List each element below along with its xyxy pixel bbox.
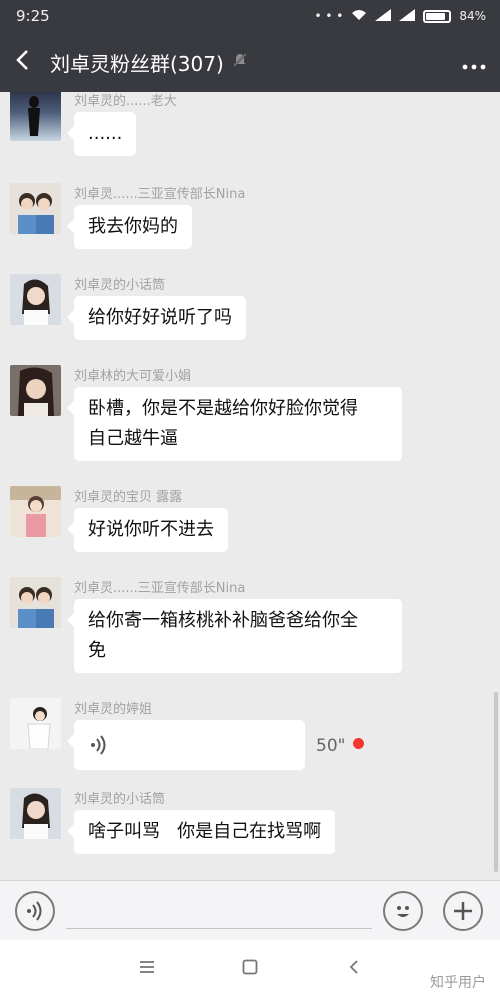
sender-name: 刘卓灵......三亚宣传部长Nina — [74, 187, 246, 202]
battery-level — [426, 12, 445, 20]
message-text: 啥子叫骂 你是自己在找骂啊 — [88, 821, 322, 842]
cell-signal-2-icon — [399, 8, 416, 24]
cell-signal-icon — [375, 8, 392, 24]
voice-duration: 50" — [316, 736, 346, 756]
message-input[interactable] — [66, 889, 372, 927]
message-bubble[interactable]: ...... — [66, 112, 137, 156]
back-icon[interactable] — [348, 956, 360, 980]
status-bar: 9:25 • • • 84% — [0, 0, 500, 32]
message-text-line: 给你寄一箱核桃补补脑爸爸给你全 — [88, 610, 358, 631]
avatar[interactable] — [10, 365, 61, 416]
voice-input-icon[interactable] — [15, 891, 55, 931]
sender-name: 刘卓灵的小话筒 — [74, 278, 166, 293]
menu-icon[interactable] — [138, 956, 156, 980]
message-text-line: 卧槽，你是不是越给你好脸你觉得 — [88, 398, 358, 419]
back-arrow-icon[interactable] — [14, 49, 50, 76]
battery-icon — [423, 9, 452, 23]
message-bubble[interactable]: 好说你听不进去 — [67, 508, 228, 552]
emoji-icon[interactable] — [383, 891, 423, 931]
message-bubble[interactable]: 给你好好说听了吗 — [67, 296, 246, 340]
watermark: 知乎用户 — [430, 975, 486, 991]
chat-list[interactable]: 刘卓灵的......老大 ...... 刘卓灵......三亚宣传部长Nina … — [0, 92, 500, 880]
avatar[interactable] — [10, 183, 61, 234]
scrollbar[interactable] — [494, 692, 498, 872]
voice-message-bubble[interactable] — [67, 720, 305, 770]
sender-name: 刘卓林的大可爱小娟 — [74, 369, 192, 384]
sender-name: 刘卓灵......三亚宣传部长Nina — [74, 581, 246, 596]
wifi-icon — [351, 9, 367, 24]
message-text: 我去你妈的 — [88, 216, 178, 237]
unread-dot — [353, 738, 364, 749]
system-nav-bar: 知乎用户 — [0, 940, 500, 1000]
status-time: 9:25 — [16, 7, 50, 25]
message-bubble[interactable]: 卧槽，你是不是越给你好脸你觉得 自己越牛逼 — [67, 387, 402, 461]
avatar[interactable] — [10, 486, 61, 537]
battery-text: 84% — [459, 9, 486, 23]
input-bar — [0, 880, 500, 940]
message-bubble[interactable]: 啥子叫骂 你是自己在找骂啊 — [66, 810, 336, 854]
message-bubble[interactable]: 我去你妈的 — [67, 205, 192, 249]
top-bar: 9:25 • • • 84% 刘卓灵粉丝群(307) — [0, 0, 500, 92]
message-bubble[interactable]: 给你寄一箱核桃补补脑爸爸给你全 免 — [67, 599, 402, 673]
status-icons: • • • 84% — [314, 8, 486, 24]
group-name: 刘卓灵粉丝群(307) — [50, 51, 224, 76]
message-text-line: 自己越牛逼 — [88, 428, 178, 449]
signal-dots-icon: • • • — [314, 9, 344, 23]
sender-name: 刘卓灵的宝贝 露露 — [74, 490, 183, 505]
voice-wave-icon — [90, 734, 108, 766]
more-dots-icon[interactable] — [462, 49, 486, 75]
message-text: 好说你听不进去 — [88, 519, 214, 540]
sender-name: 刘卓灵的小话筒 — [74, 792, 166, 807]
avatar[interactable] — [10, 274, 61, 325]
plus-icon[interactable] — [443, 891, 483, 931]
sender-name: 刘卓灵的......老大 — [74, 94, 177, 109]
avatar[interactable] — [10, 92, 61, 141]
message-text: 给你好好说听了吗 — [88, 307, 232, 328]
message-text: ...... — [88, 123, 123, 144]
avatar[interactable] — [10, 698, 61, 749]
sender-name: 刘卓灵的婷姐 — [74, 702, 153, 717]
avatar[interactable] — [10, 577, 61, 628]
title-bar: 刘卓灵粉丝群(307) — [0, 32, 500, 92]
page-title: 刘卓灵粉丝群(307) — [50, 48, 462, 77]
avatar[interactable] — [10, 788, 61, 839]
home-square-icon[interactable] — [242, 956, 258, 980]
message-text-line: 免 — [88, 640, 106, 661]
muted-bell-icon — [232, 52, 248, 72]
input-underline — [66, 927, 372, 929]
